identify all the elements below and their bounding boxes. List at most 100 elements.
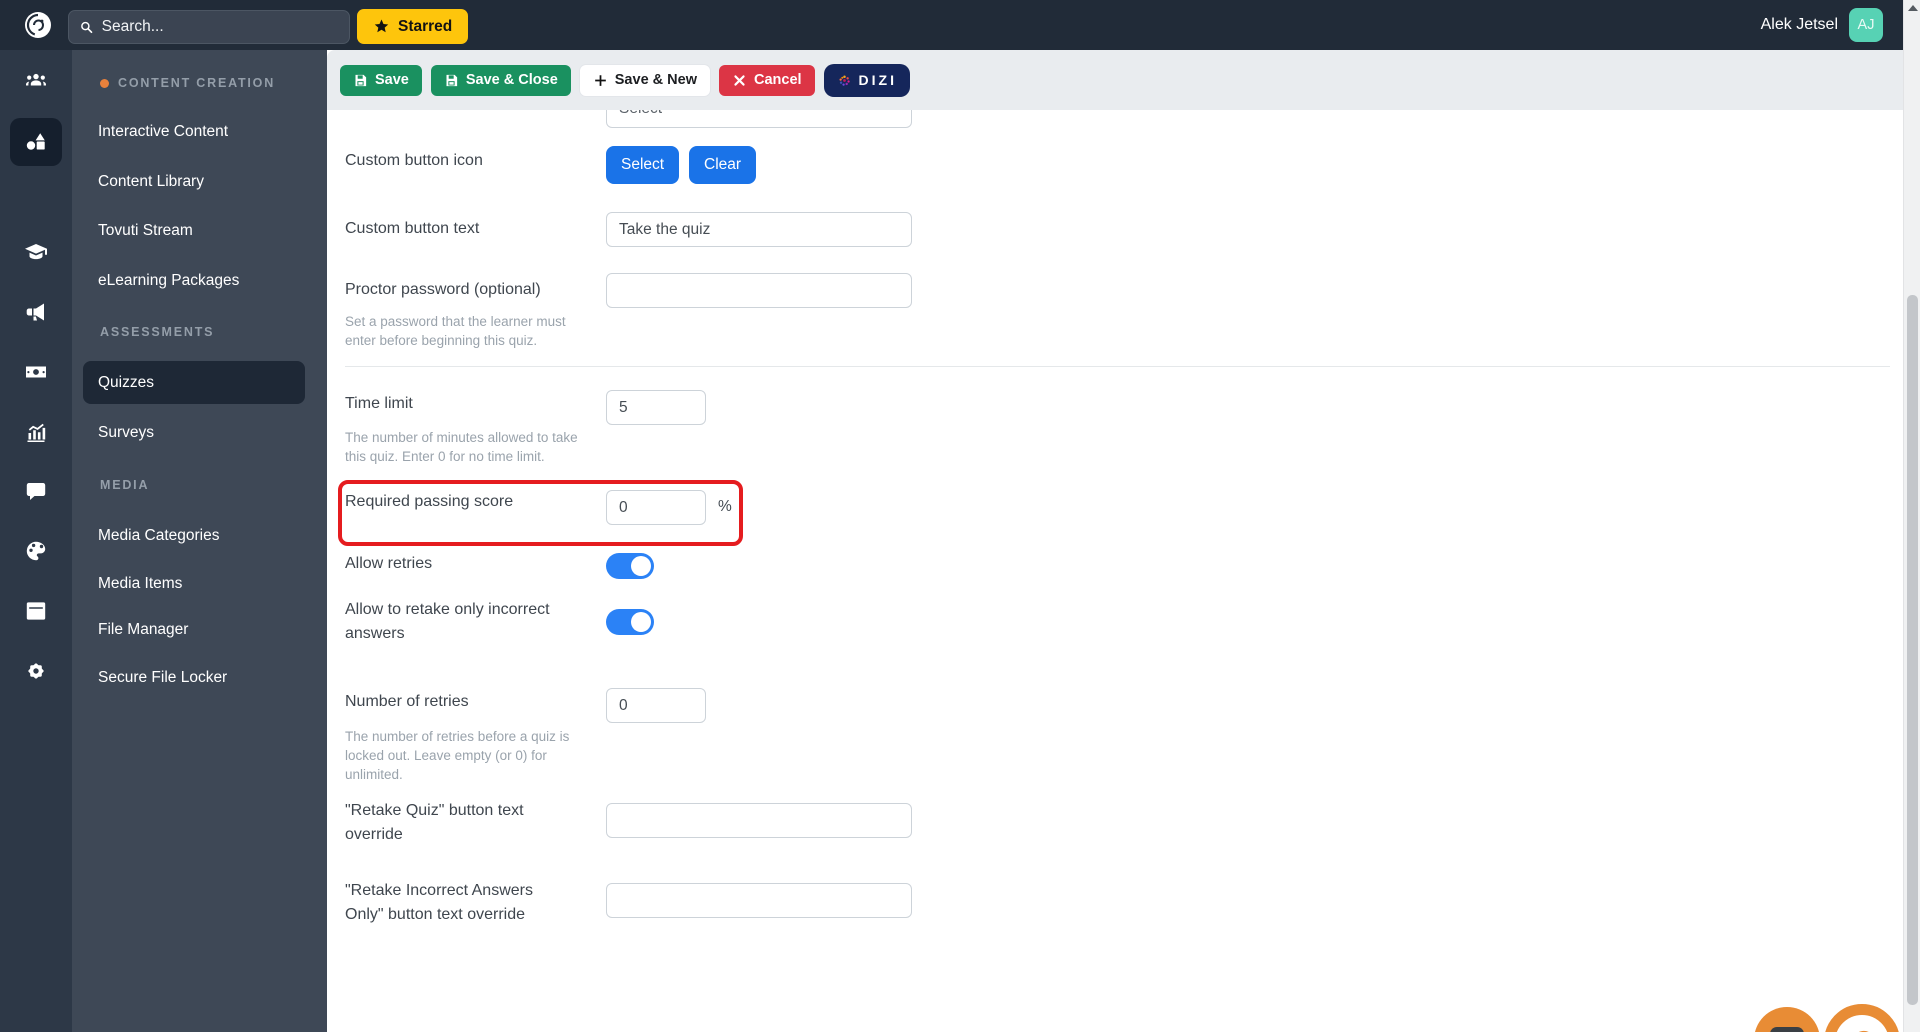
page-scrollbar: [1903, 0, 1920, 1032]
retake-incorrect-only-label: Allow to retake only incorrect answers: [345, 601, 550, 642]
scroll-up-arrow-icon[interactable]: [1908, 5, 1918, 11]
tovuti-logo[interactable]: [21, 8, 55, 42]
time-limit-label: Time limit: [345, 395, 413, 412]
custom-button-text-input[interactable]: [606, 212, 912, 247]
rail-messages-button[interactable]: [24, 479, 48, 503]
plus-icon: [594, 74, 606, 86]
sidebar-header-assessments: ASSESSMENTS: [100, 325, 215, 339]
proctor-password-input[interactable]: [606, 273, 912, 308]
proctor-password-help: Set a password that the learner must ent…: [345, 314, 566, 348]
retake-incorrect-override-label: "Retake Incorrect Answers Only" button t…: [345, 882, 533, 923]
time-limit-input[interactable]: [606, 390, 706, 425]
allow-retries-label: Allow retries: [345, 555, 433, 572]
cancel-label: Cancel: [753, 72, 802, 88]
sidebar-item-quizzes-label: Quizzes: [98, 373, 154, 391]
tovuti-logo-icon: [25, 12, 51, 38]
cancel-button[interactable]: Cancel: [718, 64, 815, 96]
search-icon: [81, 21, 93, 34]
star-icon: [374, 19, 389, 33]
sidebar-item-media-categories[interactable]: Media Categories: [98, 527, 219, 545]
proctor-password-label: Proctor password (optional): [345, 281, 541, 298]
retake-quiz-override-label: "Retake Quiz" button text override: [345, 802, 524, 843]
scrollbar-thumb[interactable]: [1907, 295, 1918, 1005]
dizi-label: DIZI: [858, 72, 897, 88]
toggle-knob: [631, 556, 651, 576]
save-close-label: Save & Close: [465, 72, 558, 88]
chat-fab-button[interactable]: [1754, 1007, 1820, 1032]
custom-button-icon-label: Custom button icon: [345, 152, 483, 169]
sidebar-header-media: MEDIA: [100, 478, 150, 492]
megaphone-icon: [26, 303, 44, 321]
palette-icon: [26, 541, 46, 561]
quiz-settings-page: Starred Alek Jetsel AJ: [0, 0, 1920, 1032]
time-limit-help: The number of minutes allowed to take th…: [345, 430, 578, 464]
gear-icon: [28, 663, 44, 679]
save-button[interactable]: Save: [340, 64, 422, 96]
user-area: Alek Jetsel AJ: [1761, 0, 1883, 50]
sidebar-item-interactive-content[interactable]: Interactive Content: [98, 123, 228, 141]
orange-dot-icon: [100, 78, 109, 88]
dizi-button[interactable]: DIZI: [823, 63, 910, 97]
floppy-icon: [355, 74, 367, 86]
analytics-chart-icon: [27, 423, 46, 442]
sidebar-header-content-creation: CONTENT CREATION: [100, 76, 275, 90]
topbar: Starred Alek Jetsel AJ: [0, 0, 1903, 50]
sidebar-item-elearning-packages[interactable]: eLearning Packages: [98, 272, 239, 290]
sidebar: CONTENT CREATION Interactive Content Con…: [72, 50, 327, 1032]
sidebar-item-tovuti-stream[interactable]: Tovuti Stream: [98, 222, 193, 240]
sidebar-item-surveys[interactable]: Surveys: [98, 424, 154, 442]
dizi-logo-icon: [839, 75, 850, 86]
floppy-icon: [446, 74, 457, 86]
section-divider: [345, 366, 1890, 367]
custom-button-text-label: Custom button text: [345, 220, 480, 237]
toggle-knob: [631, 612, 651, 632]
retake-incorrect-override-input[interactable]: [606, 883, 912, 918]
rail-reports-button[interactable]: [24, 420, 48, 444]
shapes-icon: [26, 133, 45, 150]
avatar[interactable]: AJ: [1849, 8, 1883, 42]
number-of-retries-help: The number of retries before a quiz is l…: [345, 729, 570, 782]
action-toolbar: Save Save & Close Save & New Cancel DIZI: [327, 50, 1903, 110]
allow-retries-toggle[interactable]: [606, 553, 654, 579]
sidebar-item-content-library[interactable]: Content Library: [98, 173, 204, 191]
retake-incorrect-only-toggle[interactable]: [606, 609, 654, 635]
rail-content-creation-button[interactable]: [10, 118, 62, 166]
money-icon: [26, 366, 46, 378]
save-new-label: Save & New: [614, 72, 697, 88]
mascot-icon: [1859, 1030, 1869, 1032]
starred-label: Starred: [398, 17, 453, 35]
user-name: Alek Jetsel: [1760, 16, 1838, 33]
retake-quiz-override-input[interactable]: [606, 803, 912, 838]
rail-users-button[interactable]: [24, 70, 48, 94]
sidebar-item-media-items[interactable]: Media Items: [98, 575, 182, 593]
sidebar-item-quizzes[interactable]: Quizzes: [83, 361, 305, 404]
browser-card-icon: [26, 602, 46, 620]
rail-learning-button[interactable]: [24, 240, 48, 264]
rail-settings-button[interactable]: [24, 659, 48, 683]
sidebar-item-secure-file-locker[interactable]: Secure File Locker: [98, 669, 227, 687]
required-passing-score-highlight: [338, 480, 743, 546]
number-of-retries-label: Number of retries: [345, 693, 469, 710]
sidebar-item-file-manager[interactable]: File Manager: [98, 621, 188, 639]
global-search: [68, 10, 350, 44]
rail-appearance-button[interactable]: [24, 539, 48, 563]
icon-rail: [0, 50, 72, 1032]
save-close-button[interactable]: Save & Close: [430, 64, 571, 96]
rail-marketing-button[interactable]: [24, 300, 48, 324]
save-new-button[interactable]: Save & New: [579, 64, 710, 96]
rail-commerce-button[interactable]: [24, 360, 48, 384]
help-mascot-button[interactable]: [1824, 1004, 1900, 1032]
avatar-initials: AJ: [1857, 17, 1875, 33]
save-label: Save: [375, 72, 409, 88]
number-of-retries-input[interactable]: [606, 688, 706, 723]
rail-pages-button[interactable]: [24, 599, 48, 623]
starred-button[interactable]: Starred: [357, 9, 469, 44]
chat-bubble-icon: [26, 483, 46, 500]
icon-clear-button[interactable]: Clear: [689, 146, 757, 184]
icon-select-button[interactable]: Select: [606, 146, 680, 184]
search-input[interactable]: [101, 18, 339, 36]
chat-bubble-icon: [1770, 1027, 1804, 1032]
users-icon: [26, 73, 46, 86]
x-icon: [734, 74, 745, 86]
graduation-cap-icon: [25, 244, 47, 260]
